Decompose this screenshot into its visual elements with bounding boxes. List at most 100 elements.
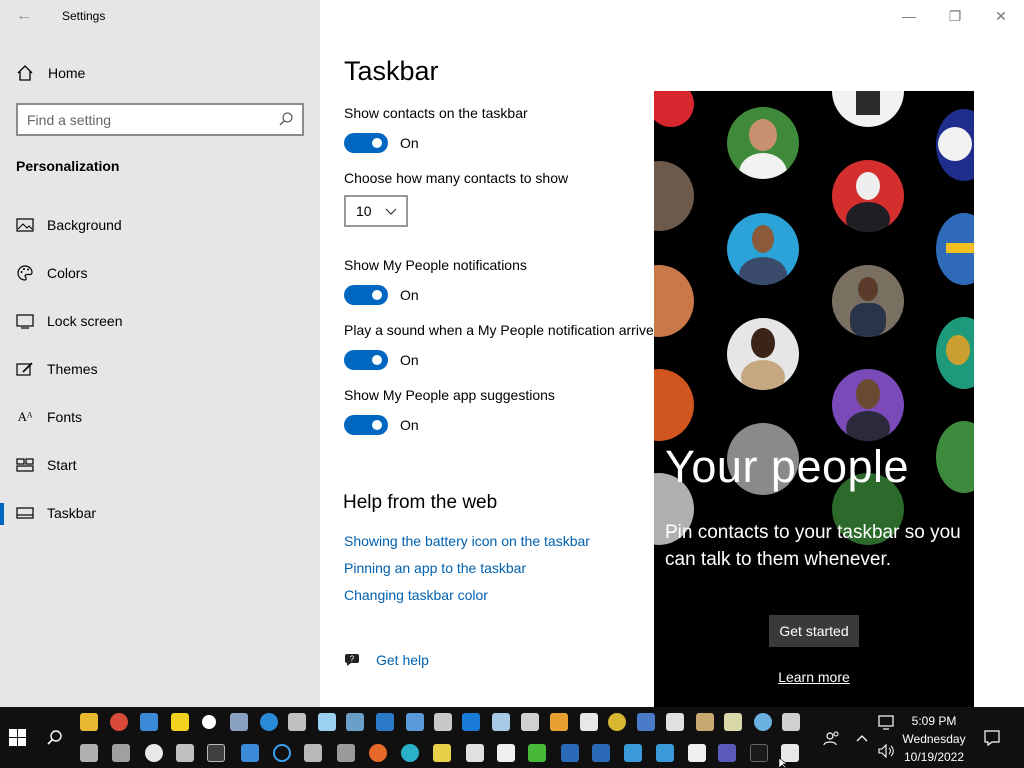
people-icon[interactable] (823, 730, 841, 748)
contact-avatar (654, 369, 694, 441)
sidebar-item-label: Start (47, 457, 77, 473)
my-people-promo: Your people Pin contacts to your taskbar… (654, 91, 974, 707)
settings-gear-icon[interactable] (202, 715, 216, 729)
sidebar-item-lock-screen[interactable]: Lock screen (0, 303, 320, 339)
help-heading: Help from the web (343, 492, 498, 513)
contacts-count-dropdown[interactable]: 10 (344, 195, 408, 227)
search-box[interactable] (16, 103, 304, 136)
notifications-toggle-row[interactable]: On (344, 285, 419, 305)
windows-start-icon[interactable] (9, 729, 26, 746)
notepad-icon[interactable] (318, 713, 336, 731)
media-player-icon[interactable] (550, 713, 568, 731)
app-icon[interactable] (112, 744, 130, 762)
close-button[interactable]: ✕ (991, 6, 1011, 26)
sidebar-item-colors[interactable]: Colors (0, 255, 320, 291)
help-link-battery[interactable]: Showing the battery icon on the taskbar (344, 533, 590, 549)
chrome-icon[interactable] (110, 713, 128, 731)
edge-legacy-icon[interactable] (260, 713, 278, 731)
contact-avatar (936, 213, 974, 285)
search-input[interactable] (18, 105, 268, 134)
volume-icon[interactable] (877, 743, 895, 759)
app-icon[interactable] (346, 713, 364, 731)
app-icon[interactable] (492, 713, 510, 731)
taskbar-clock[interactable]: 5:09 PM Wednesday 10/19/2022 (896, 712, 972, 766)
palette-icon (16, 264, 34, 282)
network-icon[interactable] (230, 713, 248, 731)
app-icon[interactable] (528, 744, 546, 762)
terminal-icon[interactable] (207, 744, 225, 762)
remote-desktop-icon[interactable] (376, 713, 394, 731)
learn-more-link[interactable]: Learn more (769, 669, 859, 685)
app-title: Settings (62, 9, 106, 23)
sound-toggle[interactable] (344, 350, 388, 370)
sound-toggle-row[interactable]: On (344, 350, 419, 370)
sidebar-item-taskbar[interactable]: Taskbar (0, 495, 320, 531)
desktop-icon[interactable] (241, 744, 259, 762)
app-icon[interactable] (724, 713, 742, 731)
app-icon[interactable] (608, 713, 626, 731)
app-icon[interactable] (637, 713, 655, 731)
powershell-icon[interactable] (561, 744, 579, 762)
document-icon[interactable] (580, 713, 598, 731)
store-icon[interactable] (688, 744, 706, 762)
notifications-toggle[interactable] (344, 285, 388, 305)
sidebar: ← Settings Home Personalization Backgrou… (0, 0, 320, 707)
firefox-icon[interactable] (369, 744, 387, 762)
sidebar-home[interactable]: Home (16, 62, 85, 84)
sidebar-item-background[interactable]: Background (0, 207, 320, 243)
app-icon[interactable] (434, 713, 452, 731)
sidebar-item-start[interactable]: Start (0, 447, 320, 483)
contacts-count-label: Choose how many contacts to show (344, 170, 569, 186)
grid-app-icon[interactable] (462, 713, 480, 731)
edge-icon[interactable] (401, 744, 419, 762)
back-arrow-icon[interactable]: ← (14, 6, 34, 26)
app-icon[interactable] (145, 744, 163, 762)
help-link-pinning[interactable]: Pinning an app to the taskbar (344, 560, 526, 576)
app-icon[interactable] (433, 744, 451, 762)
help-link-color[interactable]: Changing taskbar color (344, 587, 488, 603)
app-icon[interactable] (80, 744, 98, 762)
teams-icon[interactable] (718, 744, 736, 762)
magnifier-icon[interactable] (754, 713, 772, 731)
clock-day: Wednesday (902, 732, 966, 746)
start-grid-icon (16, 456, 34, 474)
powershell-icon[interactable] (592, 744, 610, 762)
calculator-icon[interactable] (304, 744, 322, 762)
suggestions-toggle-row[interactable]: On (344, 415, 419, 435)
app-icon[interactable] (666, 713, 684, 731)
app-icon[interactable] (696, 713, 714, 731)
notifications-icon[interactable] (983, 729, 1001, 747)
home-icon (17, 65, 33, 81)
camera-icon[interactable] (337, 744, 355, 762)
show-contacts-toggle[interactable] (344, 133, 388, 153)
paint-icon[interactable] (288, 713, 306, 731)
app-icon[interactable] (466, 744, 484, 762)
monitor-icon[interactable] (406, 713, 424, 731)
security-shield-icon[interactable] (497, 744, 515, 762)
printer-icon[interactable] (521, 713, 539, 731)
app-icon[interactable] (176, 744, 194, 762)
minimize-button[interactable]: — (899, 6, 919, 26)
sidebar-item-label: Themes (47, 361, 98, 377)
sidebar-item-fonts[interactable]: Aᴬ Fonts (0, 399, 320, 435)
search-icon[interactable] (278, 111, 294, 127)
restore-button[interactable]: ❐ (945, 6, 965, 26)
contact-avatar (654, 265, 694, 337)
sticky-notes-icon[interactable] (171, 713, 189, 731)
powershell-icon[interactable] (656, 744, 674, 762)
app-window-icon[interactable] (140, 713, 158, 731)
cortana-icon[interactable] (273, 744, 291, 762)
sidebar-item-themes[interactable]: Themes (0, 351, 320, 387)
chevron-up-icon[interactable] (855, 732, 869, 746)
contact-avatar (727, 318, 799, 390)
get-started-button[interactable]: Get started (769, 615, 859, 647)
file-explorer-icon[interactable] (80, 713, 98, 731)
suggestions-toggle[interactable] (344, 415, 388, 435)
search-icon[interactable] (46, 729, 64, 747)
network-status-icon[interactable] (877, 715, 895, 731)
tiktok-icon[interactable] (750, 744, 768, 762)
get-help-link[interactable]: ? Get help (344, 652, 429, 668)
powershell-icon[interactable] (624, 744, 642, 762)
show-contacts-toggle-row[interactable]: On (344, 133, 419, 153)
app-icon[interactable] (782, 713, 800, 731)
